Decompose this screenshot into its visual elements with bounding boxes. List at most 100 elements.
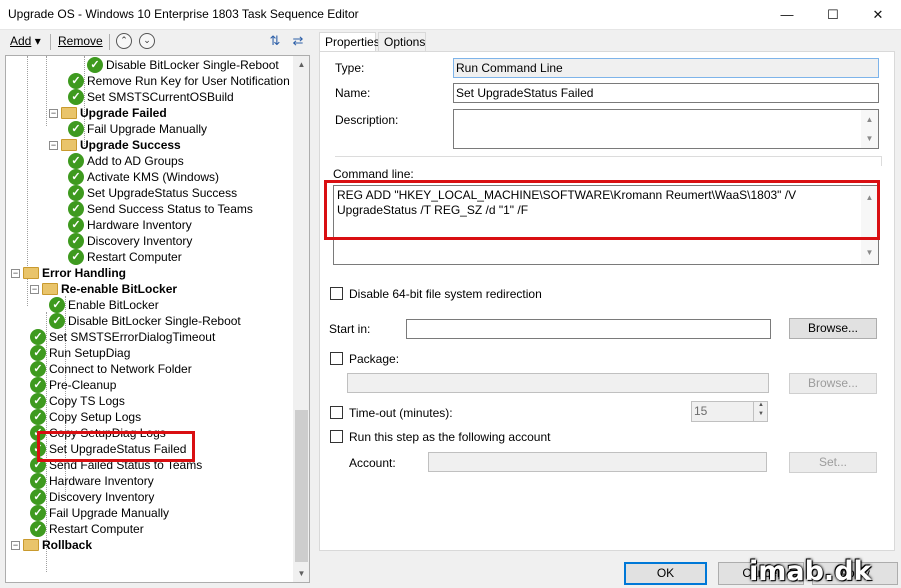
add-menu-button[interactable]: Add ▾ xyxy=(10,34,41,48)
tree-step[interactable]: ✓ Run SetupDiag xyxy=(30,345,130,361)
disable-64bit-checkbox[interactable] xyxy=(330,287,343,300)
start-in-label: Start in: xyxy=(329,322,371,336)
properties-pane: Properties Options Type: Run Command Lin… xyxy=(315,30,901,588)
tree-step[interactable]: ✓ Pre-Cleanup xyxy=(30,377,116,393)
tree-item-label: Fail Upgrade Manually xyxy=(49,506,170,520)
reorder-icon[interactable]: ⇅ xyxy=(266,32,284,50)
tree-item-label: Set UpgradeStatus Success xyxy=(87,186,238,200)
tree-step[interactable]: ✓ Disable BitLocker Single-Reboot xyxy=(49,313,241,329)
green-check-icon: ✓ xyxy=(68,233,84,249)
tree-group[interactable]: − Upgrade Success xyxy=(49,137,181,153)
tree-item-label: Error Handling xyxy=(42,266,127,280)
minimize-button[interactable]: — xyxy=(764,0,810,30)
green-check-icon: ✓ xyxy=(30,521,46,537)
tree-item-label: Hardware Inventory xyxy=(87,218,192,232)
tree-step[interactable]: ✓ Hardware Inventory xyxy=(68,217,192,233)
collapse-toggle-icon[interactable]: − xyxy=(49,141,58,150)
timeout-label: Time-out (minutes): xyxy=(349,406,453,420)
green-check-icon: ✓ xyxy=(68,217,84,233)
scroll-down-arrow[interactable]: ▼ xyxy=(293,565,309,582)
tree-item-label: Restart Computer xyxy=(49,522,144,536)
run-as-account-checkbox[interactable] xyxy=(330,430,343,443)
tree-step[interactable]: ✓ Discovery Inventory xyxy=(68,233,192,249)
tree-step[interactable]: ✓ Copy Setup Logs xyxy=(30,409,141,425)
tree-step[interactable]: ✓ Disable BitLocker Single-Reboot xyxy=(87,57,279,73)
timeout-checkbox[interactable] xyxy=(330,406,343,419)
timeout-value: 15 xyxy=(694,404,708,418)
scroll-up-arrow[interactable]: ▲ xyxy=(293,56,309,73)
collapse-toggle-icon[interactable]: − xyxy=(30,285,39,294)
tree-step[interactable]: ✓ Fail Upgrade Manually xyxy=(30,505,169,521)
start-in-browse-button[interactable]: Browse... xyxy=(789,318,877,339)
tree-step[interactable]: ✓ Fail Upgrade Manually xyxy=(68,121,207,137)
tree-item-label: Hardware Inventory xyxy=(49,474,154,488)
green-check-icon: ✓ xyxy=(68,121,84,137)
tree-step[interactable]: ✓ Hardware Inventory xyxy=(30,473,154,489)
tree-group[interactable]: − Upgrade Failed xyxy=(49,105,167,121)
tree-step[interactable]: ✓ Set UpgradeStatus Success xyxy=(68,185,237,201)
tree-scrollbar[interactable]: ▲ ▼ xyxy=(293,56,309,582)
tree-step[interactable]: ✓ Copy TS Logs xyxy=(30,393,125,409)
description-scrollbar[interactable]: ▲ ▼ xyxy=(861,110,878,148)
green-check-icon: ✓ xyxy=(49,313,65,329)
green-check-icon: ✓ xyxy=(68,201,84,217)
tree-step[interactable]: ✓ Send Success Status to Teams xyxy=(68,201,253,217)
tree-group[interactable]: − Re-enable BitLocker xyxy=(30,281,177,297)
tree-step[interactable]: ✓ Restart Computer xyxy=(68,249,182,265)
tree-item-label: Enable BitLocker xyxy=(68,298,159,312)
folder-icon xyxy=(23,539,39,551)
swap-icon[interactable]: ⇄ xyxy=(289,32,307,50)
package-checkbox[interactable] xyxy=(330,352,343,365)
tree-group[interactable]: − Error Handling xyxy=(11,265,126,281)
move-down-button[interactable]: ⌄ xyxy=(139,33,155,49)
start-in-input[interactable] xyxy=(406,319,771,339)
scroll-thumb[interactable] xyxy=(295,410,308,562)
tree-step[interactable]: ✓ Set SMSTSErrorDialogTimeout xyxy=(30,329,215,345)
folder-icon xyxy=(42,283,58,295)
scroll-up-arrow[interactable]: ▲ xyxy=(861,112,878,127)
timeout-spin-buttons: ▲ ▼ xyxy=(753,401,768,422)
tree-step[interactable]: ✓ Remove Run Key for User Notification xyxy=(68,73,290,89)
collapse-toggle-icon[interactable]: − xyxy=(49,109,58,118)
folder-icon xyxy=(61,139,77,151)
remove-label: Remove xyxy=(58,34,103,48)
collapse-toggle-icon[interactable]: − xyxy=(11,269,20,278)
package-label: Package: xyxy=(349,352,400,366)
toolbar-divider xyxy=(50,34,51,50)
green-check-icon: ✓ xyxy=(30,377,46,393)
move-up-button[interactable]: ⌃ xyxy=(116,33,132,49)
tree-step[interactable]: ✓ Activate KMS (Windows) xyxy=(68,169,219,185)
package-browse-button: Browse... xyxy=(789,373,877,394)
name-input[interactable]: Set UpgradeStatus Failed xyxy=(453,83,879,103)
tab-options[interactable]: Options xyxy=(378,32,426,51)
folder-icon xyxy=(61,107,77,119)
remove-button[interactable]: Remove xyxy=(58,34,103,48)
tree-step[interactable]: ✓ Add to AD Groups xyxy=(68,153,184,169)
tree-group[interactable]: − Rollback xyxy=(11,537,92,553)
tree-step[interactable]: ✓ Restart Computer xyxy=(30,521,144,537)
tab-properties[interactable]: Properties xyxy=(319,32,380,52)
ok-button[interactable]: OK xyxy=(624,562,707,585)
chevron-down-icon: ▾ xyxy=(34,34,41,48)
tree-step[interactable]: ✓ Enable BitLocker xyxy=(49,297,159,313)
selection-highlight-box xyxy=(37,431,195,462)
collapse-toggle-icon[interactable]: − xyxy=(11,541,20,550)
tree-step[interactable]: ✓ Connect to Network Folder xyxy=(30,361,192,377)
tree-item-label: Copy Setup Logs xyxy=(49,410,142,424)
tree-step[interactable]: ✓ Set SMSTSCurrentOSBuild xyxy=(68,89,234,105)
green-check-icon: ✓ xyxy=(30,345,46,361)
tree-step[interactable]: ✓ Discovery Inventory xyxy=(30,489,154,505)
maximize-button[interactable]: ☐ xyxy=(810,0,856,30)
scroll-down-arrow[interactable]: ▼ xyxy=(861,131,878,146)
tree-guide-line xyxy=(46,56,47,126)
set-account-button: Set... xyxy=(789,452,877,473)
green-check-icon: ✓ xyxy=(30,505,46,521)
account-input xyxy=(428,452,767,472)
tree-item-label: Discovery Inventory xyxy=(87,234,193,248)
close-button[interactable]: ✕ xyxy=(855,0,901,30)
scroll-down-arrow[interactable]: ▼ xyxy=(861,245,878,260)
green-check-icon: ✓ xyxy=(30,473,46,489)
task-sequence-tree[interactable]: ▲ ▼ ✓ Disable BitLocker Single-Reboot ✓ Rem… xyxy=(5,55,310,583)
description-input[interactable]: ▲ ▼ xyxy=(453,109,879,149)
tree-toolbar: Add ▾ Remove ⌃ ⌄ ⇅ ⇄ xyxy=(0,30,315,54)
